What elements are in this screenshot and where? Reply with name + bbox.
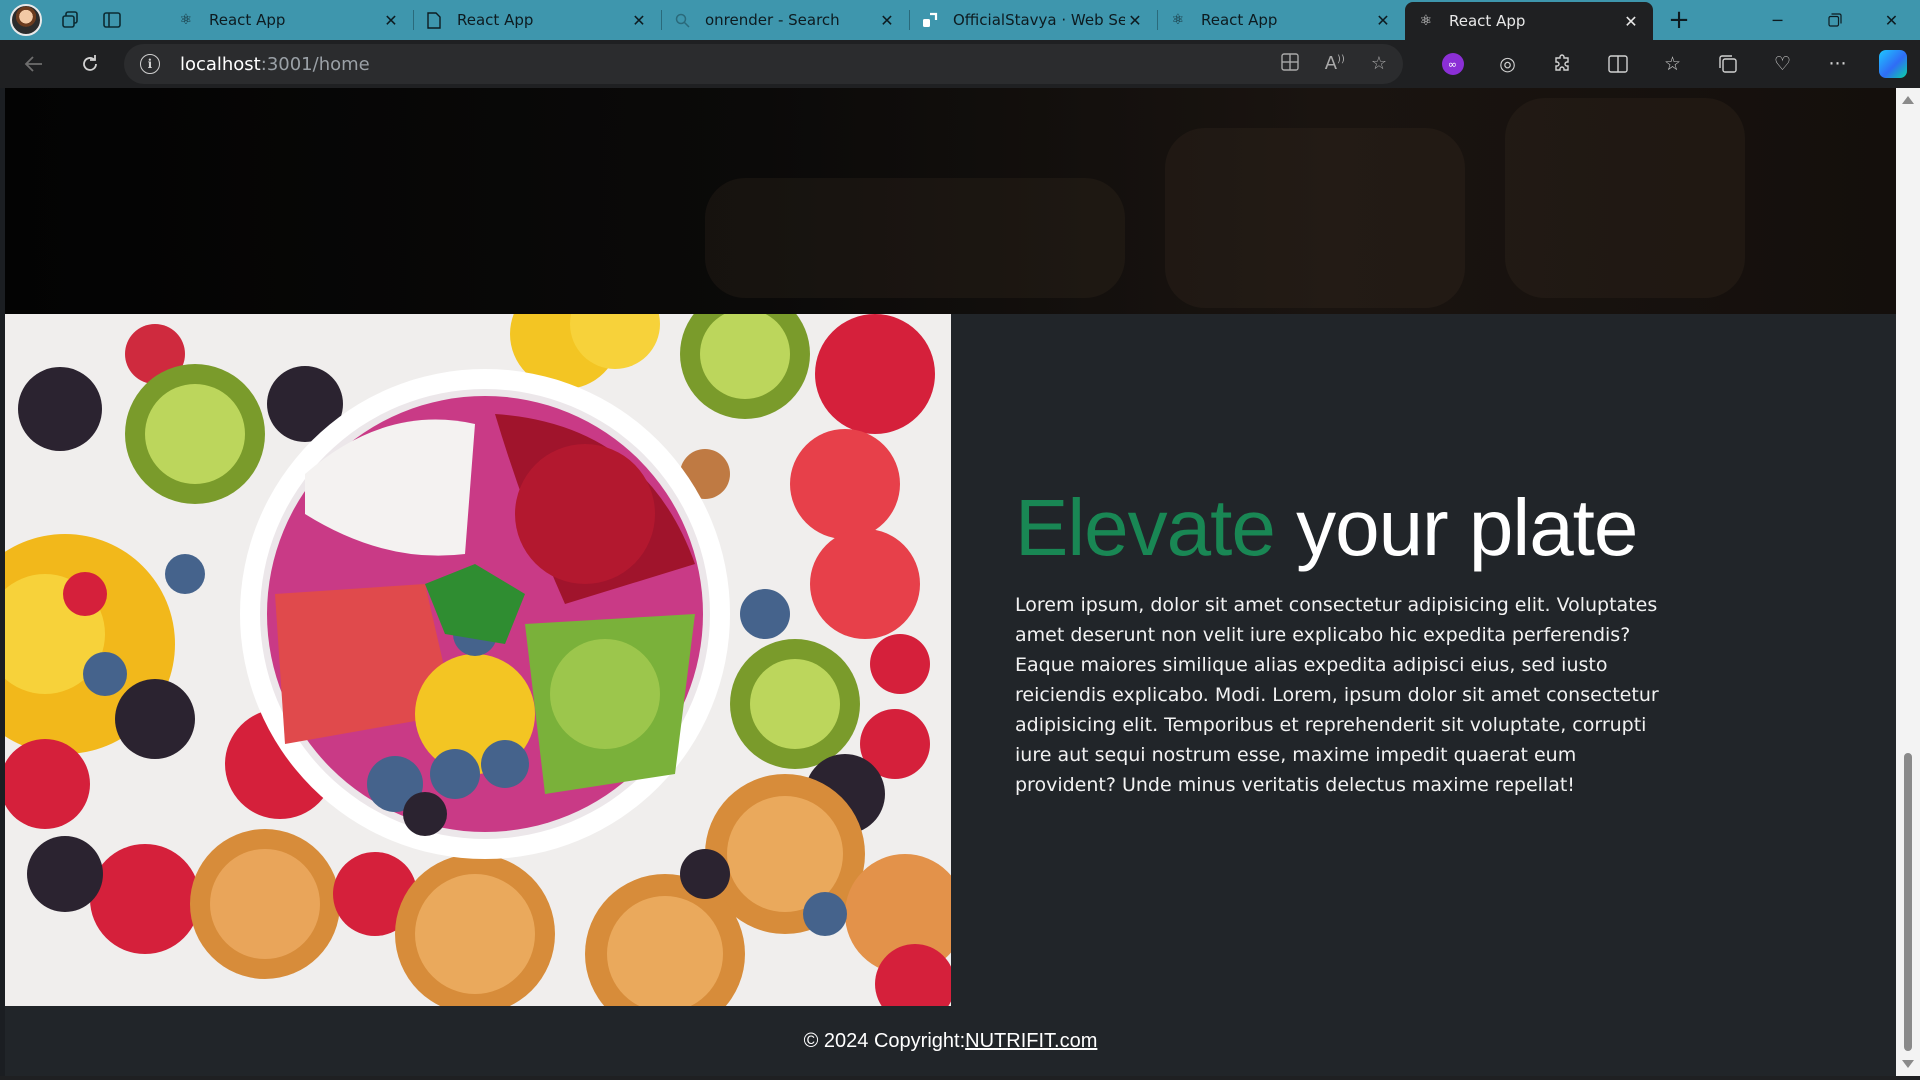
browser-tab[interactable]: OfficialStavya · Web Serv ✕	[909, 0, 1157, 40]
refresh-button[interactable]	[68, 44, 112, 84]
favorite-star-icon[interactable]: ☆	[1371, 53, 1387, 76]
tab-strip-left-controls	[0, 0, 165, 40]
scrollbar-thumb[interactable]	[1904, 753, 1912, 1051]
copilot-icon[interactable]	[1865, 44, 1920, 84]
tab-title: OfficialStavya · Web Serv	[953, 11, 1125, 29]
new-tab-button[interactable]: +	[1659, 0, 1699, 40]
tab-title: React App	[457, 11, 534, 29]
restore-icon[interactable]	[1806, 0, 1863, 40]
back-button[interactable]	[12, 44, 56, 84]
close-icon[interactable]: ✕	[1125, 11, 1145, 30]
collections-icon[interactable]	[1700, 44, 1755, 84]
address-bar[interactable]: i localhost:3001/home A)) ☆	[123, 44, 1403, 84]
scroll-down-arrow-icon[interactable]	[1902, 1060, 1914, 1068]
read-aloud-icon[interactable]: A))	[1325, 53, 1345, 76]
window-controls: ─ ✕	[1749, 0, 1920, 40]
browser-tab[interactable]: ⚛ React App ✕	[165, 0, 413, 40]
page-viewport: Elevate your plate Lorem ipsum, dolor si…	[5, 88, 1896, 1076]
fruit-bowl-image	[5, 314, 951, 1006]
page-footer: © 2024 Copyright: NUTRIFIT.com	[5, 1006, 1896, 1076]
search-icon	[673, 11, 691, 29]
browser-tab-active[interactable]: ⚛ React App ✕	[1405, 2, 1653, 40]
vertical-tabs-icon[interactable]	[98, 6, 126, 34]
extension-icon[interactable]: ∞	[1425, 44, 1480, 84]
close-icon[interactable]: ✕	[629, 11, 649, 30]
app-available-icon[interactable]	[1281, 52, 1299, 76]
react-icon: ⚛	[1171, 12, 1185, 28]
favorites-icon[interactable]: ☆	[1645, 44, 1700, 84]
extensions-icon[interactable]	[1535, 44, 1590, 84]
minimize-icon[interactable]: ─	[1749, 0, 1806, 40]
url-text[interactable]: localhost:3001/home	[180, 54, 370, 75]
browser-tab-strip: ⚛ React App ✕ React App ✕ onrender - Sea…	[0, 0, 1920, 40]
hero-copy: Elevate your plate Lorem ipsum, dolor si…	[1015, 488, 1715, 800]
page-scrollbar[interactable]	[1896, 88, 1920, 1076]
more-menu-icon[interactable]: ···	[1810, 44, 1865, 84]
tab-title: React App	[209, 11, 286, 29]
hero-background-image	[5, 88, 1896, 314]
browser-tab[interactable]: onrender - Search ✕	[661, 0, 909, 40]
tab-title: React App	[1449, 12, 1526, 30]
address-bar-actions: A)) ☆	[1281, 53, 1387, 76]
close-window-icon[interactable]: ✕	[1863, 0, 1920, 40]
site-link[interactable]: NUTRIFIT.com	[965, 1030, 1097, 1053]
close-icon[interactable]: ✕	[1373, 11, 1393, 30]
intro-paragraph: Lorem ipsum, dolor sit amet consectetur …	[1015, 594, 1659, 796]
react-icon: ⚛	[1419, 13, 1433, 29]
extensions-row: ∞ ◎ ☆ ♡ ···	[1425, 44, 1920, 84]
profile-avatar[interactable]	[10, 4, 42, 36]
heading-accent: Elevate	[1015, 483, 1276, 572]
page-icon	[425, 11, 443, 29]
split-screen-icon[interactable]	[1590, 44, 1645, 84]
close-icon[interactable]: ✕	[381, 11, 401, 30]
heading-rest: your plate	[1274, 483, 1638, 572]
browser-toolbar: i localhost:3001/home A)) ☆ ∞ ◎ ☆ ♡ ···	[0, 40, 1920, 88]
window-bottom-border	[0, 1076, 1920, 1080]
close-icon[interactable]: ✕	[877, 11, 897, 30]
scroll-up-arrow-icon[interactable]	[1902, 96, 1914, 104]
tab-title: React App	[1201, 11, 1278, 29]
workspaces-icon[interactable]	[56, 6, 84, 34]
site-info-icon[interactable]: i	[139, 54, 160, 74]
close-icon[interactable]: ✕	[1621, 12, 1641, 31]
tab-title: onrender - Search	[705, 11, 840, 29]
target-icon[interactable]: ◎	[1480, 44, 1535, 84]
page-heading: Elevate your plate	[1015, 488, 1715, 568]
tab-list: ⚛ React App ✕ React App ✕ onrender - Sea…	[165, 0, 1653, 40]
react-icon: ⚛	[179, 12, 193, 28]
browser-essentials-icon[interactable]: ♡	[1755, 44, 1810, 84]
copyright-text: © 2024 Copyright:	[803, 1029, 966, 1052]
browser-tab[interactable]: ⚛ React App ✕	[1157, 0, 1405, 40]
browser-tab[interactable]: React App ✕	[413, 0, 661, 40]
render-icon	[921, 11, 939, 29]
